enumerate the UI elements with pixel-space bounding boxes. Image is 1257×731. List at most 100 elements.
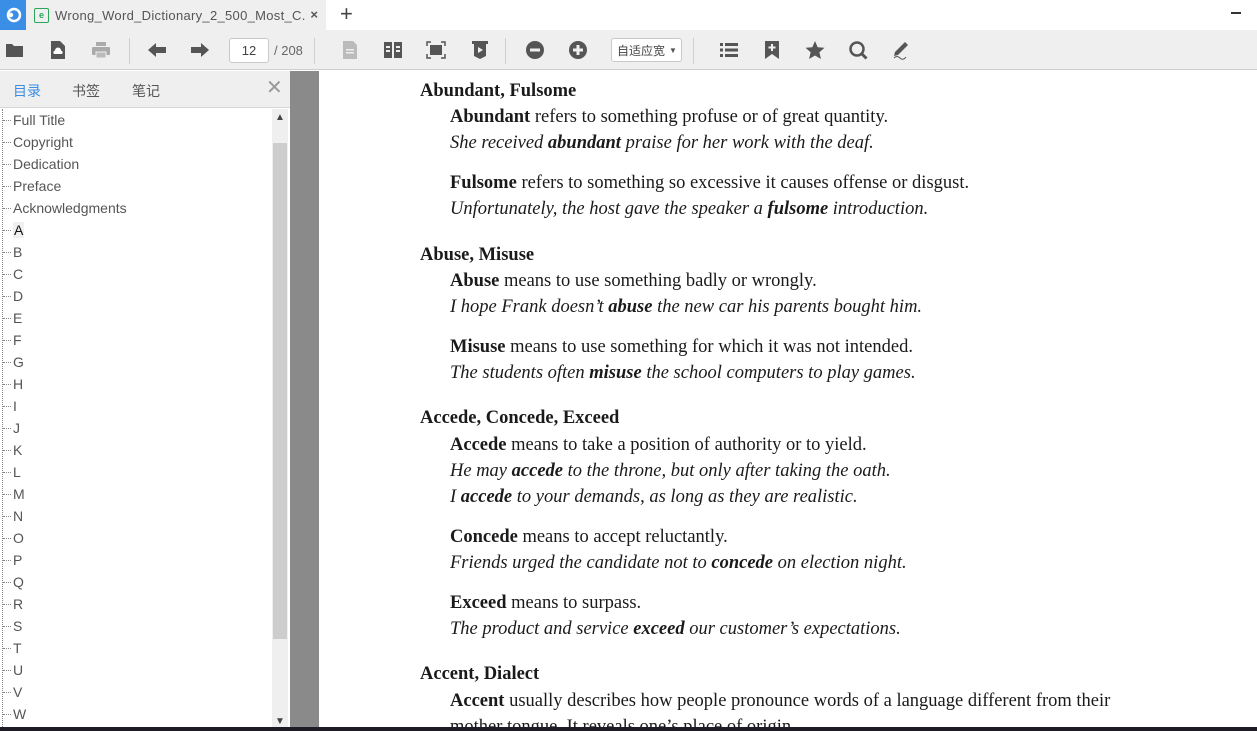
tab-contents[interactable]: 目录: [13, 81, 41, 101]
page-number-input[interactable]: 12: [229, 38, 269, 63]
toc-item[interactable]: W: [0, 703, 272, 725]
example-sentence: Unfortunately, the host gave the speaker…: [450, 199, 929, 219]
toc-item-label: W: [13, 706, 27, 722]
annotate-pen-icon[interactable]: [890, 39, 912, 61]
headword: misuse: [589, 363, 642, 383]
taskbar-edge: [0, 727, 1257, 731]
two-page-view-icon[interactable]: [382, 39, 404, 61]
toc-item[interactable]: O: [0, 527, 272, 549]
document-tab[interactable]: e Wrong_Word_Dictionary_2_500_Most_C... …: [26, 0, 326, 30]
scrollbar-thumb[interactable]: [273, 143, 287, 639]
next-page-icon[interactable]: [189, 39, 211, 61]
toc-item[interactable]: Preface: [0, 175, 272, 197]
tab-bar: e Wrong_Word_Dictionary_2_500_Most_C... …: [0, 0, 1257, 30]
toc-item-label: V: [13, 684, 23, 700]
scroll-up-icon[interactable]: ▲: [272, 109, 288, 127]
toc-item-label: Q: [13, 574, 24, 590]
cloud-upload-icon[interactable]: [47, 39, 69, 61]
toc-item[interactable]: Full Title: [0, 109, 272, 131]
fullscreen-icon[interactable]: [425, 39, 447, 61]
favorite-star-icon[interactable]: [804, 39, 826, 61]
example-sentence: The students often misuse the school com…: [450, 363, 916, 383]
document-page: Abundant, Fulsome Abundant refers to some…: [319, 71, 1257, 731]
definition-line: Exceed means to surpass.: [450, 593, 642, 613]
toc-item[interactable]: B: [0, 241, 272, 263]
app-logo-icon[interactable]: [0, 0, 26, 30]
toc-item[interactable]: Acknowledgments: [0, 197, 272, 219]
toolbar: 12 / 208 自适应宽 ▼: [0, 30, 1257, 70]
toc-item[interactable]: L: [0, 461, 272, 483]
minimize-button[interactable]: [1231, 12, 1241, 14]
headword: accede: [511, 461, 564, 481]
headword: Accede: [450, 435, 507, 455]
toc-item[interactable]: U: [0, 659, 272, 681]
toc-item-label: J: [13, 420, 20, 436]
toc-item[interactable]: F: [0, 329, 272, 351]
toc-item[interactable]: A: [0, 219, 272, 241]
toc-item-label: O: [13, 530, 24, 546]
entry-heading: Abuse, Misuse: [420, 245, 535, 265]
toc-item[interactable]: I: [0, 395, 272, 417]
tab-title: Wrong_Word_Dictionary_2_500_Most_C...: [55, 7, 305, 23]
example-sentence: She received abundant praise for her wor…: [450, 133, 874, 153]
toc-item[interactable]: J: [0, 417, 272, 439]
toc-item-label: I: [13, 398, 17, 414]
new-tab-button[interactable]: +: [340, 3, 353, 25]
entry-heading: Abundant, Fulsome: [420, 81, 577, 101]
zoom-mode-select[interactable]: 自适应宽 ▼: [611, 38, 682, 62]
toc-item-label: B: [13, 244, 23, 260]
toc-item[interactable]: E: [0, 307, 272, 329]
headword: concede: [711, 553, 773, 573]
sidebar-splitter[interactable]: [290, 71, 319, 731]
headword: accede: [460, 487, 513, 507]
toc-item[interactable]: H: [0, 373, 272, 395]
zoom-in-icon[interactable]: [567, 39, 589, 61]
tab-bookmarks[interactable]: 书签: [72, 81, 100, 101]
toc-item-label: G: [13, 354, 24, 370]
headword: Exceed: [450, 593, 507, 613]
toc-item[interactable]: N: [0, 505, 272, 527]
entry-heading: Accede, Concede, Exceed: [420, 408, 620, 428]
toc-item[interactable]: D: [0, 285, 272, 307]
tab-close-icon[interactable]: ×: [310, 7, 318, 22]
previous-page-icon[interactable]: [146, 39, 168, 61]
headword: abuse: [608, 297, 653, 317]
toc-item[interactable]: T: [0, 637, 272, 659]
example-sentence: Friends urged the candidate not to conce…: [450, 553, 907, 573]
example-sentence: I accede to your demands, as long as the…: [450, 487, 858, 507]
toc-item-label: Copyright: [13, 134, 73, 150]
entry-heading: Accent, Dialect: [420, 664, 540, 684]
headword: Accent: [450, 691, 505, 711]
toc-item[interactable]: Q: [0, 571, 272, 593]
zoom-out-icon[interactable]: [524, 39, 546, 61]
single-page-view-icon[interactable]: [339, 39, 361, 61]
toc-item[interactable]: S: [0, 615, 272, 637]
add-bookmark-icon[interactable]: [761, 39, 783, 61]
open-folder-icon[interactable]: [4, 39, 26, 61]
separator: [505, 38, 506, 64]
toc-item[interactable]: V: [0, 681, 272, 703]
toc-item-label: K: [13, 442, 23, 458]
toc-item[interactable]: C: [0, 263, 272, 285]
pdf-reader-window: e Wrong_Word_Dictionary_2_500_Most_C... …: [0, 0, 1257, 731]
headword: exceed: [633, 619, 685, 639]
table-of-contents-icon[interactable]: [718, 39, 740, 61]
tab-notes[interactable]: 笔记: [132, 81, 160, 101]
print-icon[interactable]: [90, 39, 112, 61]
toc-item[interactable]: K: [0, 439, 272, 461]
toc-item-label: A: [13, 222, 25, 238]
toc-item[interactable]: M: [0, 483, 272, 505]
sidebar-close-icon[interactable]: ✕: [266, 78, 283, 98]
toc-item-label: Full Title: [13, 112, 66, 128]
toc-item[interactable]: G: [0, 351, 272, 373]
toc-item[interactable]: P: [0, 549, 272, 571]
headword: Concede: [450, 527, 518, 547]
search-icon[interactable]: [847, 39, 869, 61]
sidebar-scrollbar[interactable]: ▲ ▼: [272, 109, 288, 731]
presentation-icon[interactable]: [469, 39, 491, 61]
toc-list: Full Title Copyright Dedication Preface Ackn…: [0, 109, 272, 725]
toc-item-label: P: [13, 552, 23, 568]
toc-item[interactable]: Dedication: [0, 153, 272, 175]
toc-item[interactable]: Copyright: [0, 131, 272, 153]
toc-item[interactable]: R: [0, 593, 272, 615]
